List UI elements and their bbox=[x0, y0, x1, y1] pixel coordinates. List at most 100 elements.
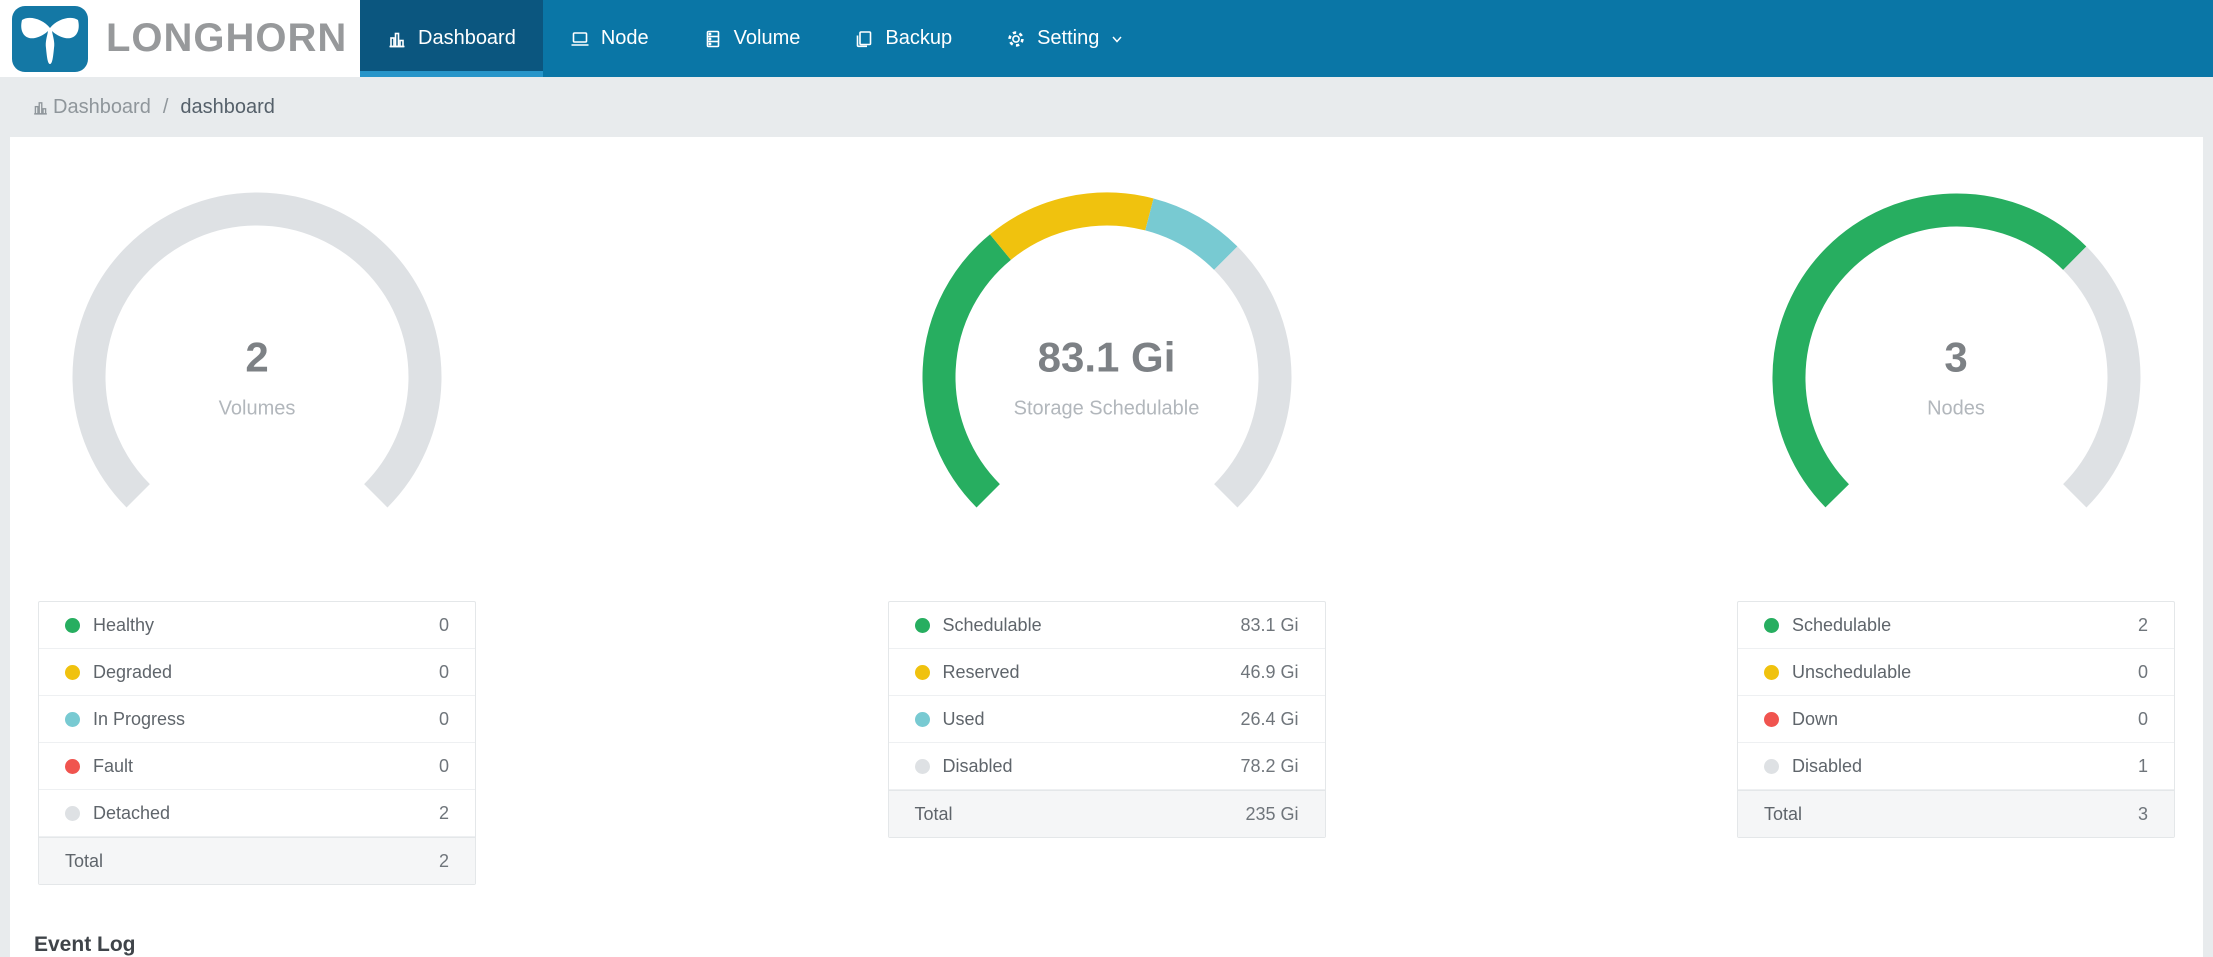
bar-chart-icon bbox=[387, 29, 407, 49]
breadcrumb-root-label: Dashboard bbox=[53, 95, 151, 118]
legend-row-total: Total 3 bbox=[1738, 790, 2174, 837]
legend-row-fault: Fault 0 bbox=[39, 743, 475, 790]
gear-icon bbox=[1006, 29, 1026, 49]
laptop-icon bbox=[570, 29, 590, 49]
legend-label: In Progress bbox=[93, 708, 186, 729]
unschedulable-dot bbox=[1764, 664, 1779, 680]
legend-label: Schedulable bbox=[942, 614, 1042, 635]
legend-value: 2 bbox=[438, 802, 449, 823]
legend-label: Detached bbox=[93, 802, 171, 823]
volumes-panel: 2 Volumes Healthy 0 Degraded 0 In Progre… bbox=[38, 177, 476, 885]
legend-label: Healthy bbox=[93, 614, 155, 635]
nodes-panel: 3 Nodes Schedulable 2 Unschedulable 0 Do… bbox=[1737, 177, 2175, 838]
degraded-dot bbox=[65, 664, 80, 680]
total-label: Total bbox=[1764, 803, 1803, 824]
legend-row-reserved: Reserved 46.9 Gi bbox=[888, 649, 1325, 696]
in-progress-dot bbox=[65, 711, 80, 727]
charts-row: 2 Volumes Healthy 0 Degraded 0 In Progre… bbox=[10, 177, 2203, 885]
storage-legend-table: Schedulable 83.1 Gi Reserved 46.9 Gi Use… bbox=[887, 601, 1326, 838]
schedulable-dot bbox=[914, 617, 930, 633]
nav-label: Volume bbox=[733, 27, 801, 49]
breadcrumb-current: dashboard bbox=[180, 95, 275, 118]
disabled-dot bbox=[914, 758, 930, 774]
nav-label: Backup bbox=[885, 27, 953, 49]
legend-value: 0 bbox=[438, 661, 449, 682]
legend-row-total: Total 235 Gi bbox=[888, 790, 1325, 837]
total-label: Total bbox=[914, 803, 953, 824]
down-dot bbox=[1764, 711, 1779, 727]
legend-label: Down bbox=[1792, 708, 1839, 729]
nodes-legend-table: Schedulable 2 Unschedulable 0 Down 0 Dis… bbox=[1737, 601, 2175, 838]
legend-value: 78.2 Gi bbox=[1240, 755, 1299, 776]
legend-label: Unschedulable bbox=[1792, 661, 1912, 682]
dashboard-content: 2 Volumes Healthy 0 Degraded 0 In Progre… bbox=[10, 137, 2203, 957]
legend-value: 83.1 Gi bbox=[1240, 614, 1299, 635]
legend-row-degraded: Degraded 0 bbox=[39, 649, 475, 696]
legend-value: 46.9 Gi bbox=[1240, 661, 1299, 682]
volumes-legend-table: Healthy 0 Degraded 0 In Progress 0 Fault… bbox=[38, 601, 476, 885]
total-value: 235 Gi bbox=[1245, 803, 1299, 824]
legend-row-disabled: Disabled 78.2 Gi bbox=[888, 743, 1325, 790]
reserved-dot bbox=[914, 664, 930, 680]
disabled-dot bbox=[1764, 758, 1779, 774]
volumes-gauge: 2 Volumes bbox=[57, 177, 457, 577]
legend-label: Degraded bbox=[93, 661, 173, 682]
healthy-dot bbox=[65, 617, 80, 633]
nodes-gauge: 3 Nodes bbox=[1756, 177, 2156, 577]
chevron-down-icon bbox=[1110, 32, 1124, 46]
legend-row-healthy: Healthy 0 bbox=[39, 602, 475, 649]
nav-label: Setting bbox=[1037, 27, 1100, 49]
copy-icon bbox=[854, 29, 874, 49]
storage-gauge: 83.1 Gi Storage Schedulable bbox=[907, 177, 1307, 577]
total-label: Total bbox=[65, 850, 104, 871]
breadcrumb-root-link[interactable]: Dashboard bbox=[32, 96, 151, 119]
database-icon bbox=[703, 29, 723, 49]
legend-row-schedulable: Schedulable 2 bbox=[1738, 602, 2174, 649]
legend-label: Disabled bbox=[942, 755, 1013, 776]
legend-label: Reserved bbox=[942, 661, 1020, 682]
logo-text: LONGHORN bbox=[106, 16, 348, 60]
schedulable-dot bbox=[1764, 617, 1779, 633]
nav-item-node[interactable]: Node bbox=[543, 0, 676, 77]
legend-value: 1 bbox=[2137, 755, 2148, 776]
legend-label: Used bbox=[942, 708, 985, 729]
fault-dot bbox=[65, 758, 80, 774]
legend-label: Fault bbox=[93, 755, 134, 776]
legend-row-used: Used 26.4 Gi bbox=[888, 696, 1325, 743]
legend-row-disabled: Disabled 1 bbox=[1738, 743, 2174, 790]
legend-row-schedulable: Schedulable 83.1 Gi bbox=[888, 602, 1325, 649]
main-nav: Dashboard Node Volume Backup Setting bbox=[360, 0, 2213, 77]
bar-chart-icon bbox=[34, 101, 47, 115]
storage-panel: 83.1 Gi Storage Schedulable Schedulable … bbox=[887, 177, 1326, 838]
longhorn-bull-icon bbox=[12, 5, 88, 72]
nav-item-dashboard[interactable]: Dashboard bbox=[360, 0, 543, 77]
nodes-gauge-arc bbox=[1772, 193, 2141, 508]
legend-row-total: Total 2 bbox=[39, 837, 475, 884]
breadcrumb: Dashboard / dashboard bbox=[0, 77, 2213, 137]
legend-value: 0 bbox=[438, 708, 449, 729]
total-value: 3 bbox=[2137, 803, 2148, 824]
storage-gauge-arc bbox=[922, 192, 1291, 508]
nav-item-volume[interactable]: Volume bbox=[676, 0, 828, 77]
legend-row-in-progress: In Progress 0 bbox=[39, 696, 475, 743]
legend-value: 0 bbox=[438, 755, 449, 776]
legend-label: Disabled bbox=[1792, 755, 1863, 776]
legend-value: 2 bbox=[2137, 614, 2148, 635]
legend-row-down: Down 0 bbox=[1738, 696, 2174, 743]
app-logo[interactable]: LONGHORN bbox=[0, 0, 360, 77]
legend-value: 26.4 Gi bbox=[1240, 708, 1299, 729]
event-log-heading: Event Log bbox=[34, 933, 136, 956]
used-dot bbox=[914, 711, 930, 727]
top-navbar: LONGHORN Dashboard Node Volume Backup Se… bbox=[0, 0, 2213, 77]
legend-row-detached: Detached 2 bbox=[39, 790, 475, 837]
nav-label: Node bbox=[600, 27, 649, 49]
legend-value: 0 bbox=[2137, 661, 2148, 682]
nav-item-setting[interactable]: Setting bbox=[979, 0, 1151, 77]
nav-item-backup[interactable]: Backup bbox=[827, 0, 979, 77]
volumes-gauge-arc bbox=[72, 192, 442, 508]
legend-value: 0 bbox=[438, 614, 449, 635]
breadcrumb-separator: / bbox=[162, 95, 169, 118]
detached-dot bbox=[65, 805, 80, 821]
legend-value: 0 bbox=[2137, 708, 2148, 729]
nav-label: Dashboard bbox=[418, 27, 516, 49]
